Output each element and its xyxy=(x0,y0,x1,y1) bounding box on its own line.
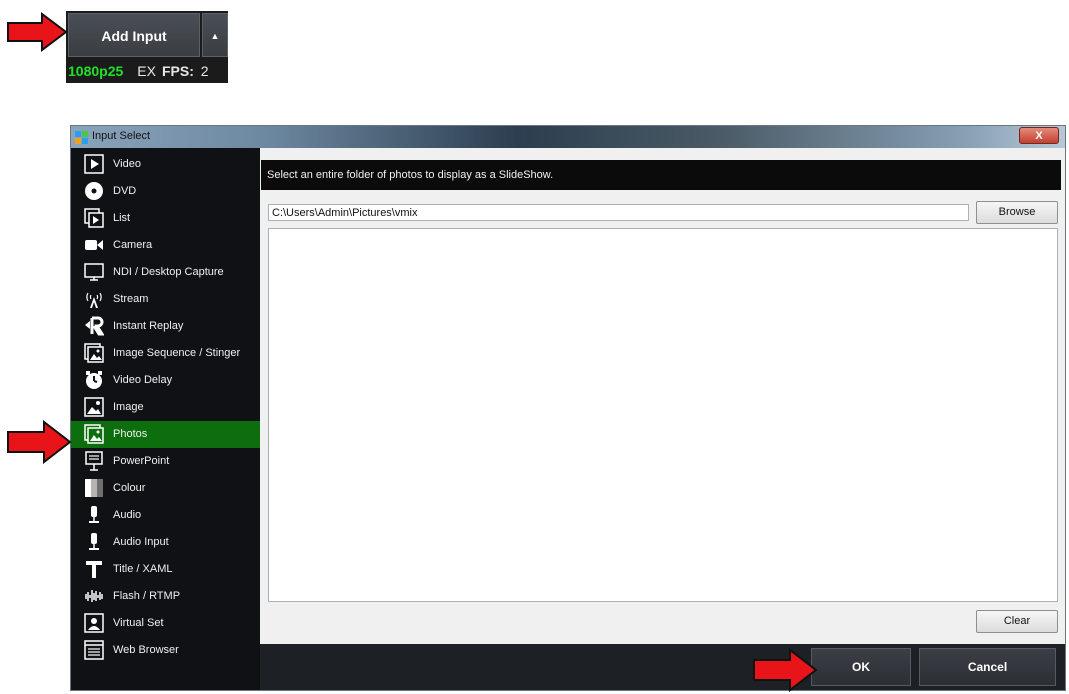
monitor-icon xyxy=(84,263,104,281)
sidebar-item-label: Photos xyxy=(113,428,148,440)
sidebar-item-list[interactable]: List xyxy=(71,205,260,232)
cancel-button[interactable]: Cancel xyxy=(919,648,1056,686)
sidebar-item-powerpoint[interactable]: PowerPoint xyxy=(71,448,260,475)
sidebar-item-photos[interactable]: Photos xyxy=(71,421,260,448)
presentation-icon xyxy=(85,451,103,471)
timer-icon xyxy=(86,371,102,389)
sidebar-item-video[interactable]: Video xyxy=(71,151,260,178)
sidebar-item-label: DVD xyxy=(113,185,137,197)
description-text: Select an entire folder of photos to dis… xyxy=(267,169,554,181)
resolution-label: 1080p25 xyxy=(68,63,124,79)
sidebar-item-label: NDI / Desktop Capture xyxy=(113,266,224,278)
sidebar-item-image[interactable]: Image xyxy=(71,394,260,421)
camera-icon xyxy=(85,240,103,250)
sidebar-item-web-browser[interactable]: Web Browser xyxy=(71,637,260,664)
title-bar: Input Select X xyxy=(71,126,1065,148)
dialog-footer: OK Cancel xyxy=(260,644,1065,690)
sidebar-item-label: Image Sequence / Stinger xyxy=(113,347,241,359)
sidebar-item-stream[interactable]: Stream xyxy=(71,286,260,313)
sidebar-item-label: Title / XAML xyxy=(113,563,173,575)
sidebar-item-label: Camera xyxy=(113,239,153,251)
photos-icon xyxy=(84,424,104,444)
sidebar-item-virtual-set[interactable]: Virtual Set xyxy=(71,610,260,637)
sidebar-item-audio[interactable]: Audio xyxy=(71,502,260,529)
sidebar-item-label: Video Delay xyxy=(113,374,173,386)
sidebar-item-label: Web Browser xyxy=(113,644,179,656)
sidebar-item-label: Stream xyxy=(113,293,149,305)
add-input-dropdown-button[interactable]: ▲ xyxy=(202,13,228,57)
sidebar-item-flash-rtmp[interactable]: Flash / RTMP xyxy=(71,583,260,610)
sidebar-item-label: List xyxy=(113,212,131,224)
dialog-title: Input Select xyxy=(92,130,151,142)
waveform-icon xyxy=(85,590,103,602)
photos-settings-panel: Select an entire folder of photos to dis… xyxy=(260,148,1065,690)
fps-value: 2 xyxy=(200,63,209,79)
sidebar-item-label: Audio xyxy=(113,509,142,521)
red-arrow-annotation xyxy=(753,648,818,692)
sidebar-item-label: Colour xyxy=(113,482,146,494)
microphone-icon xyxy=(89,506,99,523)
add-input-toolbar: Add Input ▲ 1080p25 EX FPS: 2 xyxy=(66,11,228,83)
sidebar-item-label: Flash / RTMP xyxy=(113,590,181,602)
stream-icon xyxy=(86,292,102,308)
image-sequence-icon xyxy=(84,343,104,363)
ok-button[interactable]: OK xyxy=(811,648,911,686)
ex-label: EX xyxy=(137,63,156,79)
sidebar-item-audio-input[interactable]: Audio Input xyxy=(71,529,260,556)
sidebar-item-label: Instant Replay xyxy=(113,320,184,332)
sidebar-item-label: Video xyxy=(113,158,141,170)
add-input-button[interactable]: Add Input xyxy=(68,13,200,57)
replay-icon xyxy=(85,316,104,336)
input-select-dialog: Input Select X Video DVD List Camera NDI… xyxy=(70,125,1066,691)
image-icon xyxy=(84,397,104,417)
fps-label: FPS: xyxy=(161,63,194,79)
close-icon: X xyxy=(1035,130,1043,142)
sidebar-item-image-sequence-stinger[interactable]: Image Sequence / Stinger xyxy=(71,340,260,367)
sidebar-item-label: Audio Input xyxy=(113,536,169,548)
dvd-icon xyxy=(85,182,103,200)
sidebar-item-label: Virtual Set xyxy=(113,617,164,629)
vmix-app-icon xyxy=(75,131,88,144)
title-icon xyxy=(86,561,102,578)
sidebar-item-label: PowerPoint xyxy=(113,455,170,467)
red-arrow-annotation xyxy=(7,12,68,52)
list-icon xyxy=(84,208,104,228)
colour-icon xyxy=(85,479,103,497)
virtual-set-icon xyxy=(84,613,104,633)
folder-path-input[interactable] xyxy=(268,204,969,221)
sidebar-item-camera[interactable]: Camera xyxy=(71,232,260,259)
sidebar-item-label: Image xyxy=(113,401,144,413)
status-line: 1080p25 EX FPS: 2 xyxy=(68,59,209,83)
photos-list[interactable] xyxy=(268,228,1058,602)
description-bar: Select an entire folder of photos to dis… xyxy=(261,160,1061,190)
close-button[interactable]: X xyxy=(1019,127,1059,144)
sidebar-item-instant-replay[interactable]: Instant Replay xyxy=(71,313,260,340)
sidebar-item-colour[interactable]: Colour xyxy=(71,475,260,502)
browse-button[interactable]: Browse xyxy=(976,201,1058,224)
browser-icon xyxy=(84,640,104,660)
sidebar-item-dvd[interactable]: DVD xyxy=(71,178,260,205)
input-type-sidebar: Video DVD List Camera NDI / Desktop Capt… xyxy=(71,148,260,690)
sidebar-item-ndi-desktop-capture[interactable]: NDI / Desktop Capture xyxy=(71,259,260,286)
red-arrow-annotation xyxy=(7,420,72,464)
microphone-icon xyxy=(89,533,99,550)
caret-up-icon: ▲ xyxy=(210,31,220,41)
sidebar-item-video-delay[interactable]: Video Delay xyxy=(71,367,260,394)
video-icon xyxy=(84,154,104,174)
sidebar-item-title-xaml[interactable]: Title / XAML xyxy=(71,556,260,583)
clear-button[interactable]: Clear xyxy=(976,610,1058,633)
